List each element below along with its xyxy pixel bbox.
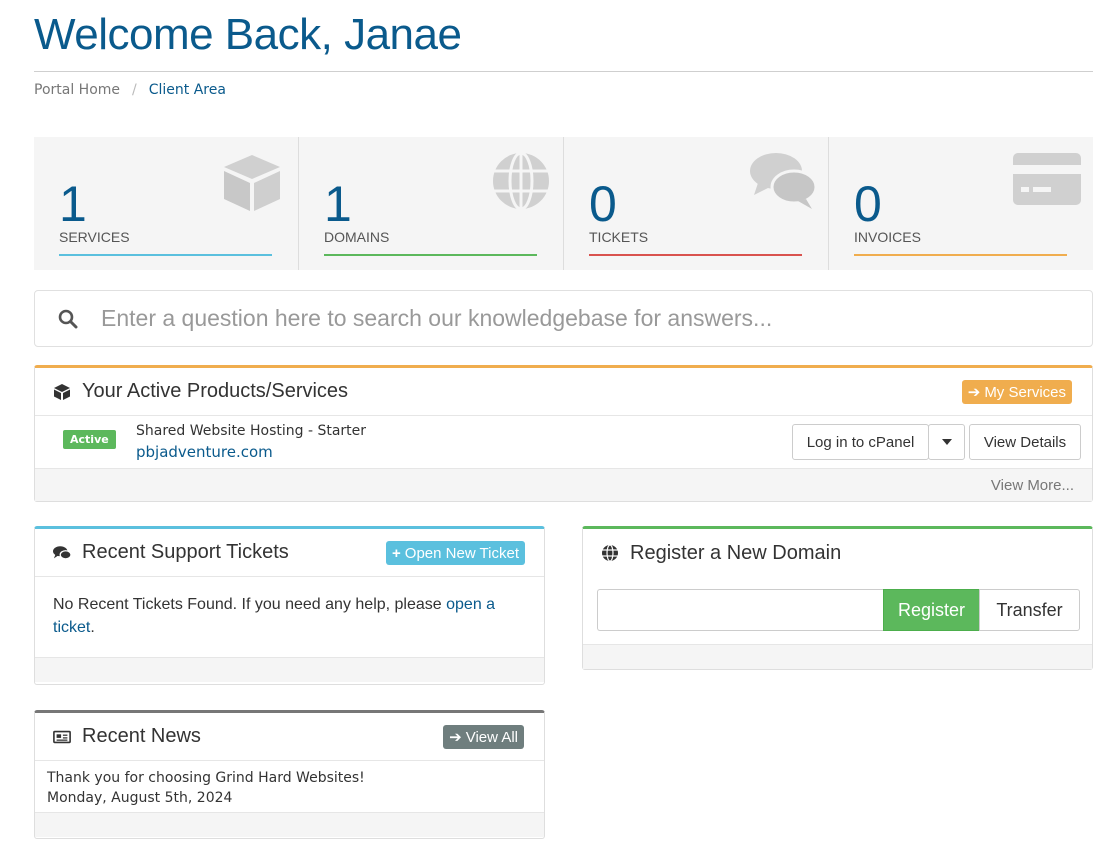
register-domain-footer xyxy=(583,644,1092,669)
services-count: 1 xyxy=(59,176,87,232)
tickets-underline xyxy=(589,254,802,256)
domain-search-input[interactable] xyxy=(597,589,884,631)
services-underline xyxy=(59,254,272,256)
support-tickets-body: No Recent Tickets Found. If you need any… xyxy=(35,577,544,657)
news-headline: Thank you for choosing Grind Hard Websit… xyxy=(47,770,365,786)
view-details-button[interactable]: View Details xyxy=(969,424,1081,460)
support-tickets-title: Recent Support Tickets xyxy=(82,541,289,563)
tickets-label: Tickets xyxy=(589,229,649,245)
register-domain-title: Register a New Domain xyxy=(630,541,842,564)
active-products-header: Your Active Products/Services ➔ My Servi… xyxy=(35,368,1092,416)
support-tickets-header: Recent Support Tickets + Open New Ticket xyxy=(35,529,544,577)
domains-label: Domains xyxy=(324,229,390,245)
tickets-count: 0 xyxy=(589,176,617,232)
recent-news-header: Recent News ➔ View All xyxy=(35,713,544,761)
status-badge: Active xyxy=(63,430,116,449)
caret-down-icon xyxy=(941,439,952,445)
comments-icon xyxy=(750,153,816,209)
news-date: Monday, August 5th, 2024 xyxy=(47,790,233,806)
no-tickets-text: No Recent Tickets Found. If you need any… xyxy=(53,596,447,613)
arrow-right-icon: ➔ xyxy=(967,384,981,401)
globe-icon xyxy=(601,544,619,562)
credit-card-icon xyxy=(1013,153,1081,205)
breadcrumb: Portal Home / Client Area xyxy=(34,82,226,98)
title-divider xyxy=(34,71,1093,72)
login-cpanel-label: Log in to cPanel xyxy=(806,433,915,451)
open-new-ticket-button[interactable]: + Open New Ticket xyxy=(386,541,525,565)
open-new-ticket-label: Open New Ticket xyxy=(404,544,519,562)
tile-services[interactable]: 1 Services xyxy=(34,137,299,270)
invoices-underline xyxy=(854,254,1067,256)
recent-news-title: Recent News xyxy=(82,725,201,747)
invoices-label: Invoices xyxy=(854,229,921,245)
tile-domains[interactable]: 1 Domains xyxy=(299,137,564,270)
search-icon xyxy=(35,309,101,329)
active-products-title: Your Active Products/Services xyxy=(82,380,349,402)
stats-tiles: 1 Services 1 Domains 0 Tickets xyxy=(34,137,1093,270)
register-button[interactable]: Register xyxy=(883,589,980,631)
newspaper-icon xyxy=(53,728,71,746)
globe-icon xyxy=(493,151,549,211)
active-products-panel: Your Active Products/Services ➔ My Servi… xyxy=(34,365,1093,502)
recent-news-panel: Recent News ➔ View All Thank you for cho… xyxy=(34,710,545,839)
product-row: Active Shared Website Hosting - Starter … xyxy=(35,416,1092,468)
comments-icon xyxy=(53,544,71,562)
active-products-footer: View More... xyxy=(35,468,1092,501)
domains-underline xyxy=(324,254,537,256)
login-options-dropdown[interactable] xyxy=(928,424,965,460)
invoices-count: 0 xyxy=(854,176,882,232)
support-tickets-footer xyxy=(35,657,544,682)
breadcrumb-current: Client Area xyxy=(148,82,226,98)
my-services-button[interactable]: ➔ My Services xyxy=(961,380,1072,404)
recent-news-footer xyxy=(35,812,544,837)
transfer-button[interactable]: Transfer xyxy=(979,589,1080,631)
product-name: Shared Website Hosting - Starter xyxy=(136,423,367,439)
breadcrumb-home-link[interactable]: Portal Home xyxy=(34,82,120,98)
my-services-label: My Services xyxy=(984,383,1066,401)
plus-icon: + xyxy=(392,544,401,562)
login-cpanel-button[interactable]: Log in to cPanel xyxy=(792,424,929,460)
services-label: Services xyxy=(59,229,130,245)
breadcrumb-separator: / xyxy=(132,82,137,98)
register-domain-header: Register a New Domain xyxy=(583,529,1092,577)
tile-invoices[interactable]: 0 Invoices xyxy=(829,137,1093,270)
cube-icon xyxy=(224,155,280,211)
domains-count: 1 xyxy=(324,176,352,232)
view-details-label: View Details xyxy=(983,433,1067,451)
view-all-label: View All xyxy=(465,728,518,746)
news-item[interactable]: Thank you for choosing Grind Hard Websit… xyxy=(35,761,544,812)
cube-icon xyxy=(53,383,71,401)
register-domain-panel: Register a New Domain Register Transfer xyxy=(582,526,1093,670)
view-more-link[interactable]: View More... xyxy=(991,477,1074,494)
arrow-right-icon: ➔ xyxy=(449,729,462,746)
page-title: Welcome Back, Janae xyxy=(34,10,462,59)
knowledgebase-search-input[interactable] xyxy=(101,305,1061,332)
tile-tickets[interactable]: 0 Tickets xyxy=(564,137,829,270)
knowledgebase-search xyxy=(34,290,1093,347)
no-tickets-text-end: . xyxy=(90,619,95,636)
product-domain-link[interactable]: pbjadventure.com xyxy=(136,443,273,461)
view-all-news-button[interactable]: ➔ View All xyxy=(443,725,524,749)
support-tickets-panel: Recent Support Tickets + Open New Ticket… xyxy=(34,526,545,685)
